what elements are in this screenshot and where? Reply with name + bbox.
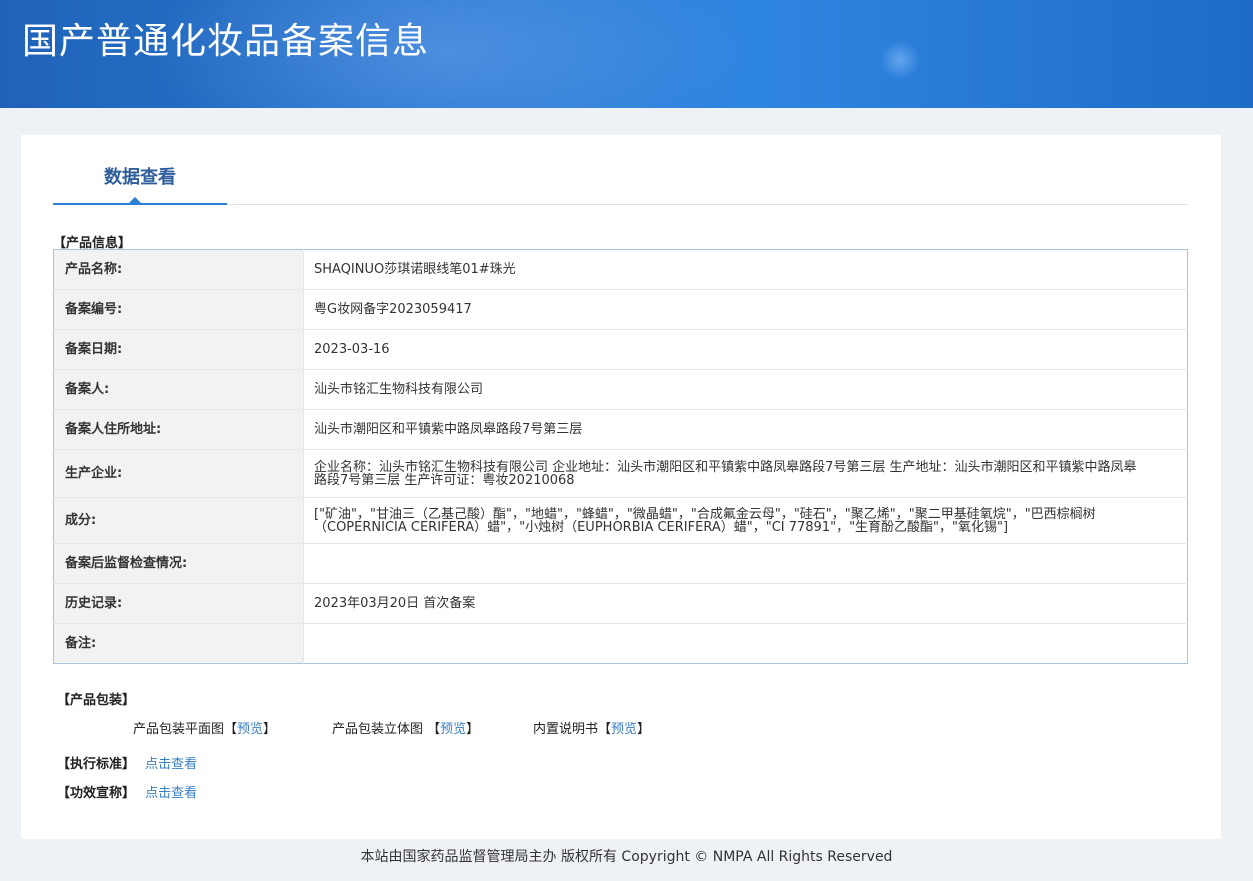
row-value: SHAQINUO莎琪诺眼线笔01#珠光 [303,249,1188,290]
row-value [304,624,1188,664]
row-label: 备案日期: [53,329,304,370]
row-label: 成分: [53,497,304,544]
row-label: 备注: [53,623,304,664]
packaging-section-title: 【产品包装】 [57,693,136,708]
row-value: 2023年03月20日 首次备案 [303,583,1188,624]
packaging-3d-preview-link[interactable]: 预览 [440,722,466,737]
row-value [303,543,1188,584]
row-value: ["矿油"，"甘油三（乙基己酸）酯"，"地蜡"，"蜂蜡"，"微晶蜡"，"合成氟金… [303,497,1188,544]
packaging-flat-preview-link[interactable]: 预览 [237,722,263,737]
packaging-3d-item: 产品包装立体图 【预览】 [332,718,479,737]
efficacy-view-link[interactable]: 点击查看 [145,786,197,801]
product-info-table: 产品名称: SHAQINUO莎琪诺眼线笔01#珠光 备案编号: 粤G妆网备字20… [53,249,1188,664]
efficacy-section-title: 【功效宣称】 [57,786,136,801]
table-row: 产品名称: SHAQINUO莎琪诺眼线笔01#珠光 [53,249,1188,290]
standard-view-link[interactable]: 点击查看 [145,757,197,772]
table-row: 历史记录: 2023年03月20日 首次备案 [53,583,1188,624]
row-value: 汕头市铭汇生物科技有限公司 [303,369,1188,410]
manual-preview-link[interactable]: 预览 [611,722,637,737]
row-label: 历史记录: [53,583,304,624]
row-value: 粤G妆网备字2023059417 [303,289,1188,330]
row-value: 企业名称：汕头市铭汇生物科技有限公司 企业地址：汕头市潮阳区和平镇紫中路凤皋路段… [303,449,1188,498]
bracket-close: 】 [637,722,651,737]
bracket-open: 【 [427,722,441,737]
tab-data-view[interactable]: 数据查看 [53,135,227,205]
packaging-row: 产品包装平面图【预览】 产品包装立体图 【预览】 内置说明书【预览】 [21,718,1221,737]
bracket-open: 【 [598,722,612,737]
row-value: 汕头市潮阳区和平镇紫中路凤皋路段7号第三层 [303,409,1188,450]
page-title: 国产普通化妆品备案信息 [22,21,430,62]
row-label: 备案后监督检查情况: [53,543,304,584]
row-label: 备案编号: [53,289,304,330]
table-row: 备案后监督检查情况: [53,543,1188,584]
table-row: 成分: ["矿油"，"甘油三（乙基己酸）酯"，"地蜡"，"蜂蜡"，"微晶蜡"，"… [53,497,1188,544]
bracket-close: 】 [466,722,480,737]
table-row: 备注: [53,623,1188,664]
standard-section-title: 【执行标准】 [57,757,136,772]
bracket-close: 】 [263,722,277,737]
table-row: 备案人住所地址: 汕头市潮阳区和平镇紫中路凤皋路段7号第三层 [53,409,1188,450]
row-label: 备案人住所地址: [53,409,304,450]
packaging-flat-label: 产品包装平面图 [133,722,225,737]
efficacy-row: 【功效宣称】 点击查看 [57,782,197,801]
footer-copyright: 本站由国家药品监督管理局主办 版权所有 Copyright © NMPA All… [360,849,893,865]
tab-data-view-label: 数据查看 [104,167,176,188]
standard-row: 【执行标准】 点击查看 [57,753,197,772]
row-label: 产品名称: [53,249,304,290]
manual-item: 内置说明书【预览】 [533,718,650,737]
row-label: 备案人: [53,369,304,410]
row-label: 生产企业: [53,449,304,498]
table-row: 备案人: 汕头市铭汇生物科技有限公司 [53,369,1188,410]
packaging-flat-item: 产品包装平面图【预览】 [133,718,276,737]
table-row: 备案编号: 粤G妆网备字2023059417 [53,289,1188,330]
tab-bar: 数据查看 [53,135,1188,205]
packaging-3d-label: 产品包装立体图 [332,722,428,737]
row-value: 2023-03-16 [303,329,1188,370]
table-row: 备案日期: 2023-03-16 [53,329,1188,370]
header-banner: 国产普通化妆品备案信息 [0,0,1253,108]
table-row: 生产企业: 企业名称：汕头市铭汇生物科技有限公司 企业地址：汕头市潮阳区和平镇紫… [53,449,1188,498]
bracket-open: 【 [224,722,238,737]
tab-caret-icon [129,197,141,203]
content-card: 数据查看 【产品信息】 产品名称: SHAQINUO莎琪诺眼线笔01#珠光 备案… [21,135,1221,839]
manual-label: 内置说明书 [533,722,599,737]
